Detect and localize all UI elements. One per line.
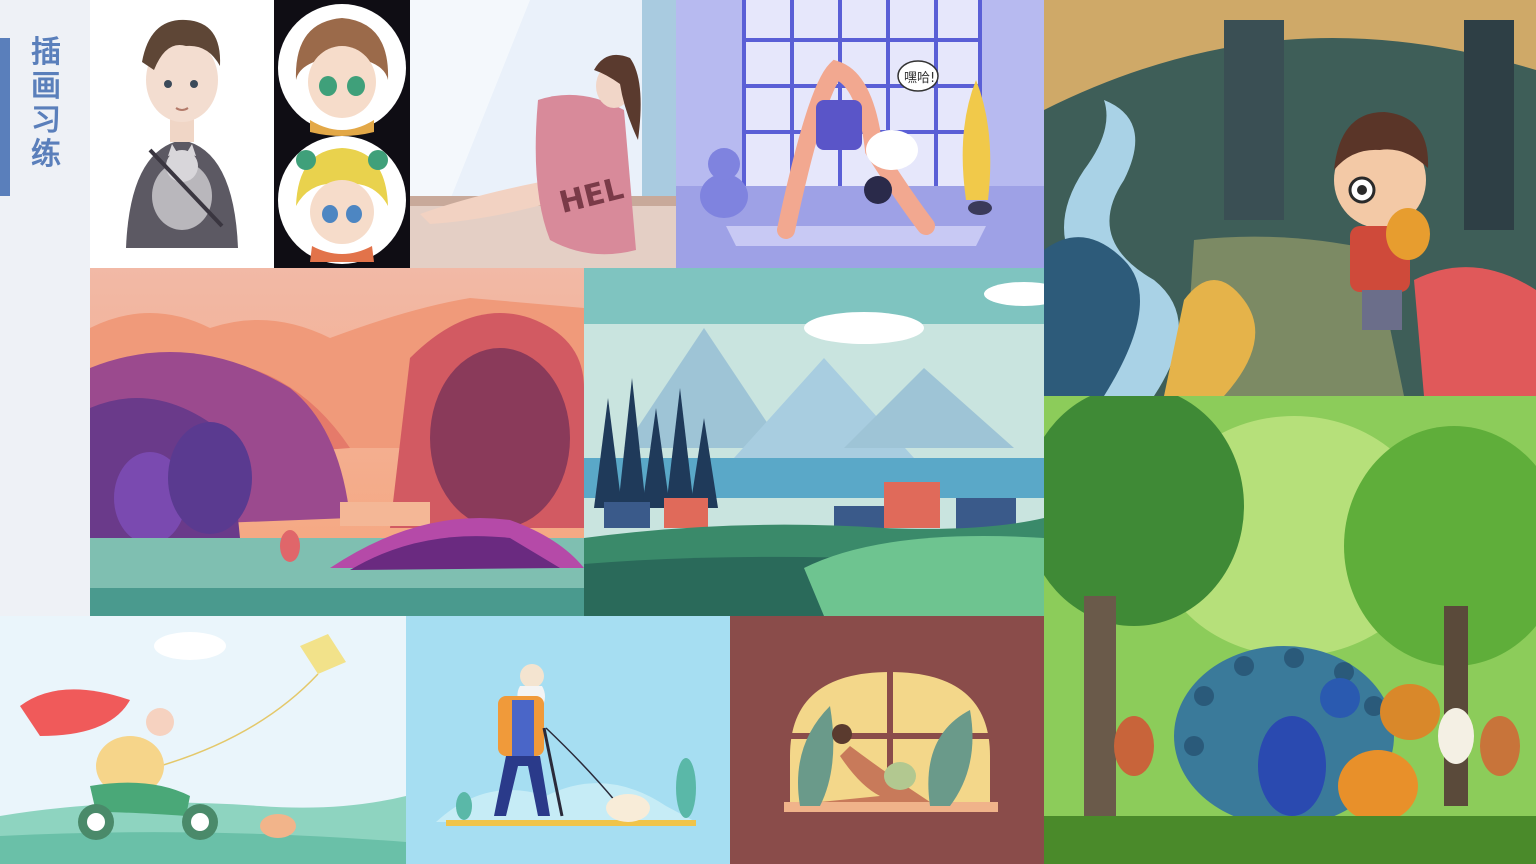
title-char-2: 画: [31, 69, 61, 104]
title-char-1: 插: [31, 35, 61, 70]
speech-text: 嘿哈!: [904, 71, 935, 86]
illustration-girl-scooter-kite[interactable]: [0, 616, 406, 864]
illustration-yoga-girl[interactable]: 嘿哈!: [676, 0, 1044, 268]
sunset-lake-landscape-illustration-icon: [90, 268, 584, 616]
illustration-mountain-village[interactable]: [584, 268, 1044, 616]
illustration-boy-with-cat[interactable]: [90, 0, 274, 268]
illustration-chibi-portraits[interactable]: [274, 0, 410, 268]
page-title: 插 画 习 练: [26, 36, 66, 172]
illustration-old-man-dog[interactable]: [406, 616, 730, 864]
boy-with-cat-illustration-icon: [90, 0, 274, 268]
side-panel: 插 画 习 练: [0, 0, 90, 616]
peacock-forest-animals-illustration-icon: [1044, 396, 1536, 864]
illustration-boy-with-fish[interactable]: [1044, 0, 1536, 396]
girl-on-scooter-kite-illustration-icon: [0, 616, 406, 864]
accent-bar: [0, 38, 10, 196]
chibi-girl-portraits-illustration-icon: [274, 0, 410, 268]
mountain-village-landscape-illustration-icon: [584, 268, 1044, 616]
title-char-4: 练: [31, 137, 61, 172]
illustration-peacock-forest[interactable]: [1044, 396, 1536, 864]
yoga-girl-illustration-icon: 嘿哈!: [676, 0, 1044, 268]
illustration-woman-by-window[interactable]: HEL: [410, 0, 676, 268]
woman-by-window-illustration-icon: HEL: [410, 0, 676, 268]
illustration-woman-yoga-window[interactable]: [730, 616, 1044, 864]
old-man-walking-dog-illustration-icon: [406, 616, 730, 864]
boy-with-fish-forest-illustration-icon: [1044, 0, 1536, 396]
woman-yoga-window-illustration-icon: [730, 616, 1044, 864]
title-char-3: 习: [31, 103, 61, 138]
illustration-sunset-lake[interactable]: [90, 268, 584, 616]
